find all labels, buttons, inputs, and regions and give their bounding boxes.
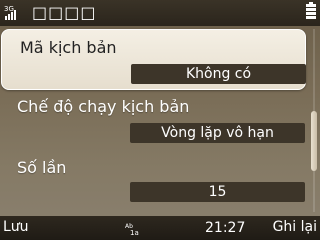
save-softkey[interactable]: Lưu xyxy=(3,219,29,235)
app-title: □□□□ xyxy=(32,3,97,22)
setting-script-id[interactable]: Mã kịch bản Không có xyxy=(1,29,306,90)
battery-icon xyxy=(305,2,317,22)
status-bar: 3G □□□□ xyxy=(0,0,320,26)
setting-label: Mã kịch bản xyxy=(20,38,117,57)
clock: 21:27 xyxy=(205,220,246,236)
setting-label: Chế độ chạy kịch bản xyxy=(17,97,190,116)
record-softkey[interactable]: Ghi lại xyxy=(273,219,317,235)
scrollbar[interactable] xyxy=(311,29,317,212)
input-mode-icon: Ab 1a xyxy=(125,221,143,237)
setting-label: Số lần xyxy=(17,158,67,177)
setting-value: Vòng lặp vô hạn xyxy=(130,123,305,143)
signal-icon: 3G xyxy=(4,4,24,22)
setting-run-mode[interactable]: Chế độ chạy kịch bản Vòng lặp vô hạn xyxy=(0,89,312,149)
svg-text:3G: 3G xyxy=(4,5,14,13)
setting-value: Không có xyxy=(131,64,306,84)
scroll-thumb[interactable] xyxy=(311,111,317,171)
settings-list: Mã kịch bản Không có Chế độ chạy kịch bả… xyxy=(0,26,320,216)
setting-value: 15 xyxy=(130,182,305,202)
softkey-bar: Lưu Ab 1a 21:27 Ghi lại xyxy=(0,216,320,240)
svg-text:1a: 1a xyxy=(130,229,139,236)
setting-count[interactable]: Số lần 15 xyxy=(0,150,312,210)
